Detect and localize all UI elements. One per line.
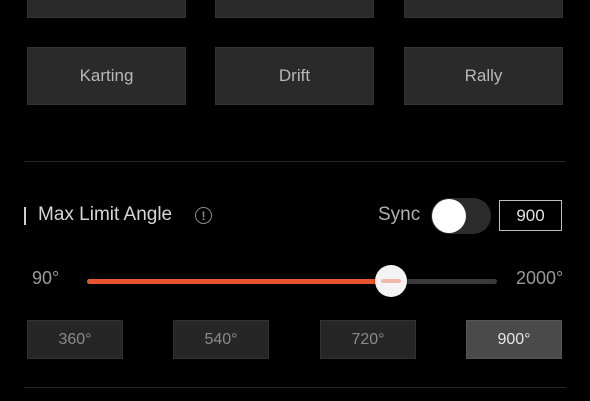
mode-label: Karting [79, 66, 134, 85]
slider-min-label: 90° [32, 268, 60, 288]
divider-bottom [24, 387, 566, 388]
mode-button-drift[interactable]: Drift [215, 47, 374, 105]
preset-label: 900° [497, 330, 531, 348]
preset-button-540[interactable]: 540° [173, 320, 269, 359]
section-marker [24, 207, 26, 225]
preset-button-900[interactable]: 900° [466, 320, 562, 359]
mode-label: Rally [464, 66, 503, 85]
preset-label: 360° [58, 330, 92, 348]
preset-label: 540° [204, 330, 238, 348]
mode-button-top-3[interactable] [404, 0, 563, 18]
thumb-grip [381, 279, 401, 283]
section-title: Max Limit Angle [38, 204, 173, 225]
preset-button-720[interactable]: 720° [320, 320, 416, 359]
mode-label: Drift [278, 66, 311, 85]
info-circle-icon[interactable]: ! [195, 207, 212, 224]
mode-button-karting[interactable]: Karting [27, 47, 186, 105]
angle-slider-track[interactable] [87, 279, 497, 284]
preset-label: 720° [351, 330, 385, 348]
mode-button-rally[interactable]: Rally [404, 47, 563, 105]
sync-toggle-knob [432, 199, 466, 233]
max-angle-input[interactable]: 900 [499, 200, 562, 231]
sync-label: Sync [378, 204, 421, 225]
mode-button-top-2[interactable] [215, 0, 374, 18]
sync-toggle[interactable] [431, 198, 491, 234]
divider-top [24, 161, 566, 162]
angle-slider-thumb[interactable] [375, 265, 407, 297]
mode-button-top-1[interactable] [27, 0, 186, 18]
slider-max-label: 2000° [516, 268, 564, 288]
preset-button-360[interactable]: 360° [27, 320, 123, 359]
angle-slider-fill [87, 279, 391, 284]
